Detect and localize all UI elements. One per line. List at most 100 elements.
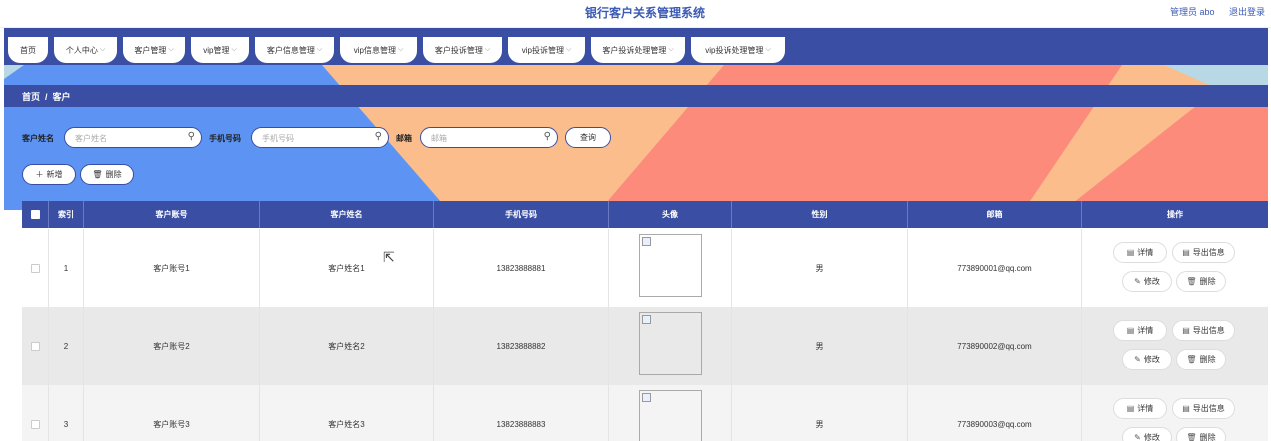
header-index: 索引 [49,201,84,228]
nav-item-label: 个人中心 [65,45,98,55]
cell-gender: 男 [732,229,908,307]
header-actions: 操作 [1167,210,1183,219]
broken-image-icon [642,237,651,246]
detail-label: 详情 [1137,326,1154,335]
row-checkbox[interactable] [30,263,40,273]
row-checkbox-cell [22,385,49,441]
export-button[interactable]: ▤ 导出信息 [1172,242,1235,263]
export-button[interactable]: ▤ 导出信息 [1172,320,1235,341]
header-account: 客户账号 [84,201,260,228]
detail-button[interactable]: ▤ 详情 [1113,242,1167,263]
nav-item-label: vip投诉管理 [521,45,564,55]
delete-button[interactable]: 🗑 删除 [1176,427,1226,441]
chevron-down-icon: ⌵ [397,46,404,53]
cell-avatar [609,229,732,307]
mouse-cursor-icon: ⇱ [383,249,395,265]
edit-icon: ✎ [1134,355,1141,364]
edit-button[interactable]: ✎ 修改 [1122,427,1172,441]
trash-icon: 🗑 [92,170,103,179]
cell-name: 客户姓名1 [260,229,434,307]
nav-item-profile[interactable]: 个人中心 ⌵ [54,37,117,63]
chevron-down-icon: ⌵ [765,46,771,53]
cell-name: 客户姓名3 [260,385,434,441]
phone-input[interactable]: 手机号码 ⚲ [251,127,389,148]
cell-name: 客户姓名2 [260,307,434,385]
nav-item-label: 客户管理 [134,45,167,55]
header-name: 客户姓名 [260,201,434,228]
document-icon: ▤ [1126,326,1135,335]
admin-label[interactable]: 管理员 abo [1170,7,1215,17]
avatar [639,312,702,375]
detail-button[interactable]: ▤ 详情 [1113,398,1167,419]
breadcrumb-home[interactable]: 首页 [22,92,40,102]
document-icon: ▤ [1182,404,1190,413]
batch-delete-button[interactable]: 🗑 删除 [80,164,134,185]
logout-link[interactable]: 退出登录 [1229,7,1265,17]
cell-email: 773890001@qq.com [908,229,1082,307]
chevron-down-icon: ⌵ [168,46,174,53]
nav-item-customer-mgmt[interactable]: 客户管理 ⌵ [123,37,185,63]
detail-button[interactable]: ▤ 详情 [1113,320,1167,341]
avatar [639,390,702,441]
breadcrumb: 首页 / 客户 [4,85,1268,107]
row-checkbox-cell [22,229,49,307]
cell-account: 客户账号3 [84,385,260,441]
nav-item-customer-complaint-handling[interactable]: 客户投诉处理管理 ⌵ [591,37,685,63]
table-header: 索引 客户账号 客户姓名 手机号码 头像 性别 邮箱 操作 [22,201,1268,228]
nav-item-label: vip管理 [203,45,230,55]
row-checkbox-cell [22,307,49,385]
select-all-checkbox[interactable] [30,210,40,219]
user-area: 管理员 abo 退出登录 [1158,5,1265,18]
cell-index: 2 [49,307,84,385]
search-icon: ⚲ [543,131,551,142]
phone-label: 手机号码 [209,134,241,143]
nav-item-home[interactable]: 首页 [8,37,48,63]
edit-label: 修改 [1143,433,1160,441]
delete-button[interactable]: 🗑 删除 [1176,349,1226,370]
edit-icon: ✎ [1134,433,1141,441]
nav-item-label: vip投诉处理管理 [705,45,764,55]
nav-item-label: 客户信息管理 [266,45,315,55]
avatar [639,234,702,297]
nav-item-vip-mgmt[interactable]: vip管理 ⌵ [191,37,249,63]
export-button[interactable]: ▤ 导出信息 [1172,398,1235,419]
trash-icon: 🗑 [1186,277,1197,286]
delete-label: 删除 [1199,433,1216,441]
search-icon: ⚲ [187,131,195,142]
cell-phone: 13823888883 [434,385,609,441]
chevron-down-icon: ⌵ [668,46,674,53]
edit-button[interactable]: ✎ 修改 [1122,271,1172,292]
detail-label: 详情 [1137,248,1154,257]
query-button[interactable]: 查询 [565,127,611,148]
table-row: 1 客户账号1 客户姓名1 13823888881 男 773890001@qq… [22,229,1268,307]
search-icon: ⚲ [374,131,382,142]
batch-delete-label: 删除 [105,170,122,179]
delete-button[interactable]: 🗑 删除 [1176,271,1226,292]
edit-button[interactable]: ✎ 修改 [1122,349,1172,370]
nav-item-customer-info-mgmt[interactable]: 客户信息管理 ⌵ [255,37,334,63]
trash-icon: 🗑 [1186,355,1197,364]
row-checkbox[interactable] [30,419,40,429]
nav-item-vip-complaint-handling[interactable]: vip投诉处理管理 ⌵ [691,37,785,63]
edit-icon: ✎ [1134,277,1141,286]
add-button[interactable]: ＋新增 [22,164,76,185]
nav-item-customer-complaint-mgmt[interactable]: 客户投诉管理 ⌵ [423,37,502,63]
nav-bar: 首页 个人中心 ⌵ 客户管理 ⌵ vip管理 ⌵ 客户信息管理 ⌵ vip信息管理 ⌵ 客… [4,28,1268,65]
export-label: 导出信息 [1192,404,1225,413]
table-row: 3 客户账号3 客户姓名3 13823888883 男 773890003@qq… [22,385,1268,441]
nav-item-vip-info-mgmt[interactable]: vip信息管理 ⌵ [340,37,417,63]
header-checkbox-cell [22,201,49,228]
email-label: 邮箱 [396,134,412,143]
export-label: 导出信息 [1192,248,1225,257]
chevron-down-icon: ⌵ [316,46,323,53]
row-checkbox[interactable] [30,341,40,351]
email-input[interactable]: 邮箱 ⚲ [420,127,558,148]
broken-image-icon [642,393,651,402]
cell-account: 客户账号1 [84,229,260,307]
customer-name-label: 客户姓名 [22,134,54,143]
chevron-down-icon: ⌵ [99,46,106,53]
document-icon: ▤ [1126,248,1135,257]
nav-item-vip-complaint-mgmt[interactable]: vip投诉管理 ⌵ [508,37,585,63]
customer-name-input[interactable]: 客户姓名 ⚲ [64,127,202,148]
cell-gender: 男 [732,385,908,441]
